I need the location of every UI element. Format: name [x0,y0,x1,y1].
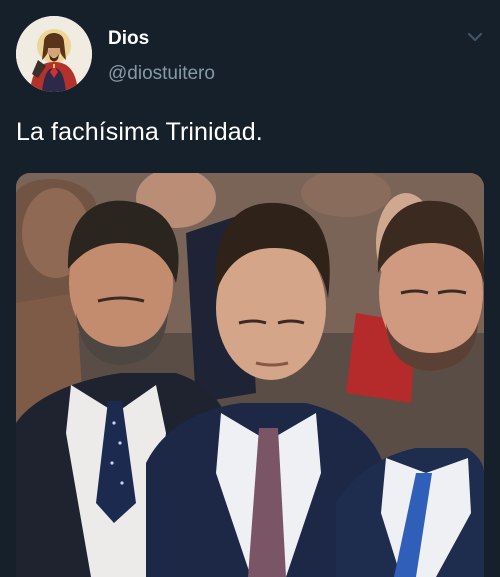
author-display-name[interactable]: Dios [108,28,149,50]
sacred-heart-portrait-icon [16,16,92,92]
tweet-text: La fachísima Trinidad. [16,118,263,146]
tweet-media-photo[interactable] [16,173,484,577]
chevron-down-icon [467,32,483,42]
tweet-card: Dios @diostuitero La fachísima Trinidad. [0,0,500,577]
tweet-menu-button[interactable] [466,30,484,44]
author-handle[interactable]: @diostuitero [108,63,215,85]
photo-icon [16,173,484,577]
author-avatar[interactable] [16,16,92,92]
